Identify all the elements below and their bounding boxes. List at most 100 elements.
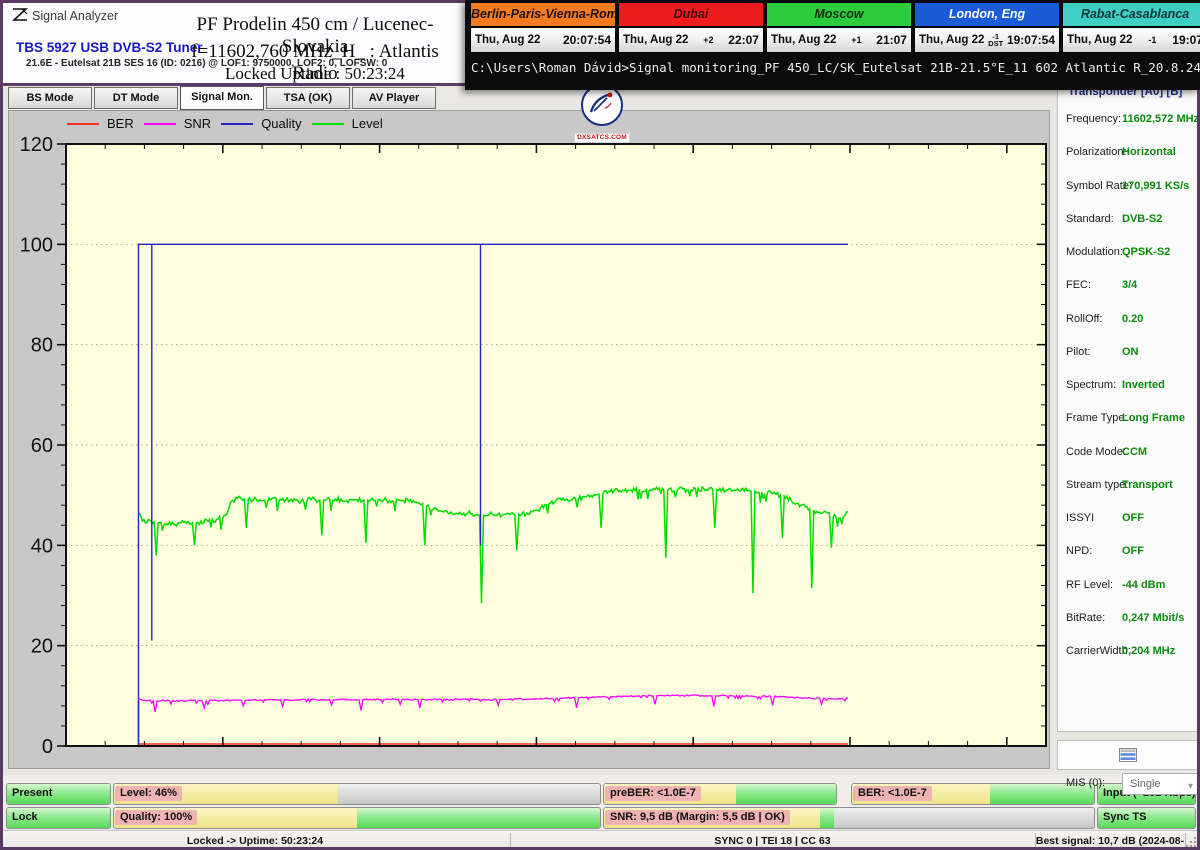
terminal-command-line[interactable]: C:\Users\Roman Dávid>Signal monitoring_P… bbox=[471, 60, 1195, 75]
meter-label: Quality: 100% bbox=[115, 810, 197, 825]
clock-city-label: Berlin-Paris-Vienna-Roma bbox=[471, 3, 615, 28]
param-value: 0,204 MHz bbox=[1122, 645, 1175, 657]
status-bar: Locked -> Uptime: 50:23:24 SYNC 0 | TEI … bbox=[0, 830, 1200, 850]
param-label: Frame Type: bbox=[1066, 412, 1128, 424]
clock-time: 19:07 bbox=[1172, 33, 1200, 47]
clock-date: Thu, Aug 22 bbox=[1067, 34, 1132, 46]
param-value: 0,247 Mbit/s bbox=[1122, 612, 1184, 624]
param-label: Code Mode: bbox=[1066, 446, 1126, 458]
meter-sync-ts: Sync TS bbox=[1097, 807, 1196, 829]
signal-chart-panel: BERSNRQualityLevel 020406080100120 bbox=[8, 110, 1050, 769]
legend-line bbox=[221, 123, 253, 125]
param-value: Horizontal bbox=[1122, 146, 1176, 158]
clock-time-row: Thu, Aug 22+121:07 bbox=[767, 28, 911, 52]
meter-quality: Quality: 100% bbox=[113, 807, 601, 829]
clock-utc-offset: -1DST bbox=[988, 33, 1003, 47]
tab-bar: BS Mode DT Mode Signal Mon. TSA (OK) AV … bbox=[8, 87, 436, 108]
dxsatcs-logo: DXSATCS.COM bbox=[572, 84, 632, 136]
y-tick-label: 120 bbox=[20, 134, 53, 156]
param-value: DVB-S2 bbox=[1122, 213, 1162, 225]
clock-time-row: Thu, Aug 22-1DST19:07:54 bbox=[915, 28, 1059, 52]
clock-time-row: Thu, Aug 2220:07:54 bbox=[471, 28, 615, 52]
stripes-icon bbox=[1119, 748, 1137, 762]
clock-date: Thu, Aug 22 bbox=[919, 34, 984, 46]
clock-city-label: Dubai bbox=[619, 3, 763, 28]
legend-label: Quality bbox=[261, 116, 301, 131]
param-label: Standard: bbox=[1066, 213, 1114, 225]
param-value: OFF bbox=[1122, 512, 1144, 524]
resize-grip[interactable] bbox=[1185, 836, 1197, 848]
clock-utc-offset: +1 bbox=[851, 35, 861, 45]
transponder-panel: Transponder [A0] [B] Frequency:11602,572… bbox=[1057, 84, 1199, 732]
y-tick-label: 0 bbox=[42, 736, 53, 758]
tab-tsa[interactable]: TSA (OK) bbox=[266, 87, 350, 109]
legend-label: BER bbox=[107, 116, 134, 131]
meter-snr: SNR: 9,5 dB (Margin: 5,5 dB | OK) bbox=[603, 807, 1095, 829]
meter-label: BER: <1.0E-7 bbox=[853, 786, 932, 801]
meter-label: preBER: <1.0E-7 bbox=[605, 786, 701, 801]
meter-segment bbox=[338, 784, 600, 804]
tab-dt-mode[interactable]: DT Mode bbox=[94, 87, 178, 109]
param-label: RollOff: bbox=[1066, 313, 1102, 325]
mis-select[interactable]: Single ▾ bbox=[1122, 773, 1199, 795]
param-label: ISSYI bbox=[1066, 512, 1094, 524]
meter-label: Sync TS bbox=[1098, 810, 1151, 825]
param-value: 170,991 KS/s bbox=[1122, 180, 1189, 192]
meter-label: SNR: 9,5 dB (Margin: 5,5 dB | OK) bbox=[605, 810, 790, 825]
clock-city-label: Rabat-Casablanca bbox=[1063, 3, 1200, 28]
meter-lock: Lock bbox=[6, 807, 111, 829]
clock-utc-offset: -1 bbox=[1148, 35, 1156, 45]
meter-label: Present bbox=[7, 786, 57, 801]
param-label: Polarization: bbox=[1066, 146, 1127, 158]
param-label: BitRate: bbox=[1066, 612, 1105, 624]
clock-city-label: London, Eng bbox=[915, 3, 1059, 28]
status-sync-tei-cc: SYNC 0 | TEI 18 | CC 63 bbox=[510, 831, 1035, 850]
param-value: CCM bbox=[1122, 446, 1147, 458]
clock-dubai: DubaiThu, Aug 22+222:07 bbox=[618, 2, 764, 53]
status-uptime: Locked -> Uptime: 50:23:24 bbox=[0, 831, 510, 850]
y-tick-label: 60 bbox=[31, 435, 53, 457]
clock-moscow: MoscowThu, Aug 22+121:07 bbox=[766, 2, 912, 53]
terminal-window: Berlin-Paris-Vienna-RomaThu, Aug 2220:07… bbox=[465, 0, 1200, 90]
signal-chart: 020406080100120 bbox=[9, 111, 1047, 766]
param-value: 3/4 bbox=[1122, 279, 1137, 291]
legend-label: Level bbox=[352, 116, 383, 131]
tab-signal-mon[interactable]: Signal Mon. bbox=[180, 86, 264, 110]
legend-item-quality: Quality bbox=[221, 116, 301, 131]
legend-line bbox=[312, 123, 344, 125]
status-divider bbox=[1035, 833, 1036, 849]
app-icon bbox=[12, 7, 28, 23]
mis-selected-value: Single bbox=[1130, 778, 1161, 790]
meter-segment bbox=[357, 808, 600, 828]
stream-info-button[interactable] bbox=[1057, 740, 1199, 770]
clock-time: 22:07 bbox=[728, 33, 759, 47]
legend-label: SNR bbox=[184, 116, 211, 131]
legend-item-snr: SNR bbox=[144, 116, 211, 131]
param-label: NPD: bbox=[1066, 545, 1092, 557]
signal-analyzer-window: Signal Analyzer TBS 5927 USB DVB-S2 Tune… bbox=[0, 0, 1200, 850]
chart-legend: BER SNR Quality Level bbox=[67, 116, 383, 131]
param-value: -44 dBm bbox=[1122, 579, 1165, 591]
clock-rabat-casablanca: Rabat-Casablanca Thu, Aug 22 -1 19:07 bbox=[1062, 2, 1200, 53]
clock-time-row: Thu, Aug 22+222:07 bbox=[619, 28, 763, 52]
dxsatcs-logo-icon bbox=[581, 84, 623, 126]
param-value: ON bbox=[1122, 346, 1139, 358]
signal-meters: Present Level: 46% preBER: <1.0E-7 BER: <1.… bbox=[0, 775, 1200, 830]
meter-segment bbox=[834, 808, 1094, 828]
meter-preber: preBER: <1.0E-7 bbox=[603, 783, 837, 805]
locked-uptime-title: Locked Uptime : 50:23:24 bbox=[190, 64, 440, 84]
param-value: Transport bbox=[1122, 479, 1173, 491]
meter-level: Level: 46% bbox=[113, 783, 601, 805]
param-value: OFF bbox=[1122, 545, 1144, 557]
param-label: Modulation: bbox=[1066, 246, 1123, 258]
tab-bs-mode[interactable]: BS Mode bbox=[8, 87, 92, 109]
tab-av-player[interactable]: AV Player bbox=[352, 87, 436, 109]
window-title: Signal Analyzer bbox=[32, 9, 118, 23]
clock-date: Thu, Aug 22 bbox=[475, 34, 540, 46]
param-value: QPSK-S2 bbox=[1122, 246, 1170, 258]
meter-label: Level: 46% bbox=[115, 786, 182, 801]
y-tick-label: 80 bbox=[31, 335, 53, 357]
meter-present: Present bbox=[6, 783, 111, 805]
chevron-down-icon: ▾ bbox=[1188, 777, 1193, 797]
y-tick-label: 40 bbox=[31, 535, 53, 557]
